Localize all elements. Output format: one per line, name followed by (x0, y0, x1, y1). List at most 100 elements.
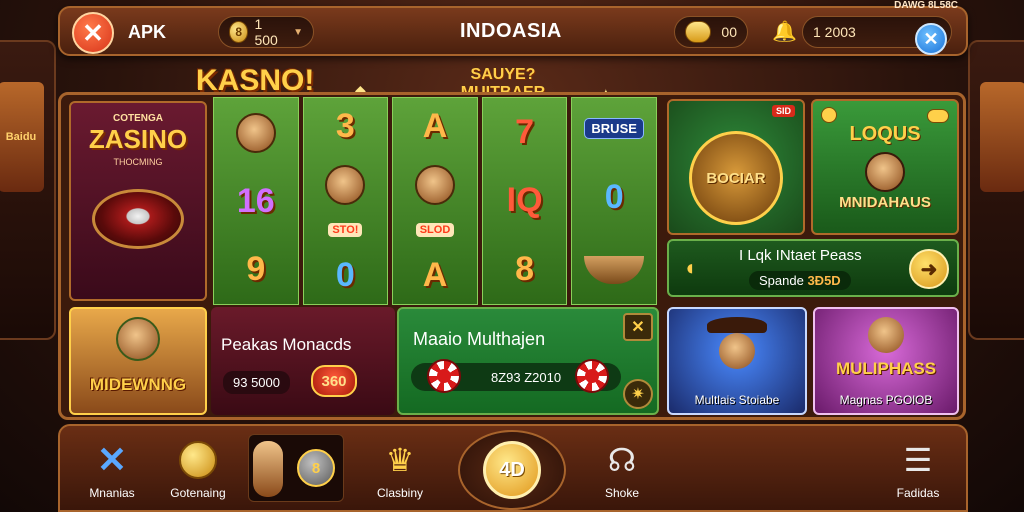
star-button[interactable]: ✷ (623, 379, 653, 409)
peakas-title: Peakas Monacds (221, 335, 352, 354)
reel-symbol: IQ (506, 181, 543, 220)
casino-chip-icon (575, 359, 609, 393)
character-icon (868, 317, 904, 353)
bocar-emblem: BOCIAR (689, 131, 783, 225)
reel-symbol: A (422, 255, 448, 294)
nav-item-fadidas[interactable]: ☰ Fadidas (876, 440, 960, 500)
coin-icon (156, 440, 240, 480)
ticker-sub-label: Spande (759, 273, 804, 288)
promo-zasino-card[interactable]: COTENGA ZASINO THOCMING (69, 101, 207, 301)
coin-icon (821, 107, 837, 123)
balance-pill[interactable]: 8 1 500 ▼ (218, 16, 314, 48)
right-machine-screen (980, 82, 1024, 192)
casino-chip-icon (427, 359, 461, 393)
corner-text: DAWG 8L58C (894, 0, 958, 11)
peakas-panel[interactable]: Peakas Monacds 93 5000 360 (211, 307, 395, 415)
arrow-right-icon: ➜ (920, 258, 938, 281)
close-button[interactable]: ✕ (623, 313, 653, 341)
peakas-badge: 360 (311, 365, 357, 397)
promo-mining-card[interactable]: MIDEWNNG (69, 307, 207, 415)
gems-pill[interactable]: 00 (674, 16, 748, 48)
coin-icon: 8 (297, 449, 335, 487)
mario-panel[interactable]: Maaio Multhajen 8Z93 Z2010 ✕ ✷ (397, 307, 659, 415)
multiphass-title: MULIPHASS (835, 359, 937, 378)
center-play-button[interactable]: 4D (458, 430, 566, 510)
mario-value: 8Z93 Z2010 (491, 369, 562, 385)
search-close-button[interactable]: ✕ (915, 23, 947, 55)
roulette-wheel-icon (92, 189, 184, 249)
close-icon: ✕ (923, 28, 939, 49)
arrow-right-button[interactable]: ➜ (909, 249, 949, 289)
zasino-small-title: COTENGA (113, 113, 163, 124)
jackpot-ticker[interactable]: ◖ I Lqk INtaet Peass Spande 3Đ5D ➜ (667, 239, 959, 297)
nav-label: Gotenaing (170, 486, 226, 500)
star-icon: ✷ (631, 386, 645, 403)
reel-1: 16 9 (213, 97, 299, 305)
nav-label: Clasbiny (376, 486, 424, 500)
character-icon (116, 317, 160, 361)
character-icon (253, 441, 283, 497)
chevron-down-icon: ▼ (293, 26, 303, 38)
character-icon (414, 164, 455, 205)
reel-5: BRUSE 0 (571, 97, 657, 305)
ticker-title: I Lqk INtaet Peass (739, 247, 862, 264)
bocar-title: BOCIAR (706, 169, 766, 187)
search-field[interactable]: 1 2003 ✕ (802, 16, 952, 55)
reel-symbol: 3 (335, 107, 355, 146)
stop-badge: STO! (328, 223, 363, 238)
lorus-title: LOQUS (849, 123, 921, 145)
nav-item-shoke[interactable]: ☊ Shoke (580, 440, 664, 500)
lightbulb-icon: ◖ (683, 255, 697, 280)
bottom-nav: ✕ Mnanias Gotenaing 8 ♛ Clasbiny 4D ☊ Sh… (58, 424, 968, 512)
apk-label[interactable]: APK (128, 22, 166, 43)
reel-4: 7 IQ 8 (481, 97, 568, 305)
left-slot-machine: Baidu (0, 40, 56, 340)
gems-value: 00 (721, 24, 737, 40)
mining-title: MIDEWNNG (89, 375, 187, 394)
reel-symbol: 7 (515, 112, 535, 151)
bruse-badge: BRUSE (584, 117, 644, 139)
character-icon (235, 112, 276, 153)
right-slot-machine (968, 40, 1024, 340)
slot-reels[interactable]: 16 9 3 STO! 0 A SLOD A 7 IQ 8 BRUSE 0 (211, 97, 659, 305)
promo-bocar-card[interactable]: SID BOCIAR (667, 99, 805, 235)
slod-badge: SLOD (415, 223, 455, 238)
region-title: INDOASIA (460, 20, 562, 42)
game-board: COTENGA ZASINO THOCMING 16 9 3 STO! 0 A … (58, 92, 966, 420)
ticker-sub-value: 3Đ5D (807, 273, 841, 288)
character-icon (719, 333, 755, 369)
close-icon: ✕ (82, 17, 104, 48)
cowboy-game-card[interactable]: Multlais Stoiabe (667, 307, 807, 415)
bell-icon[interactable]: 🔔 (772, 19, 797, 44)
ticker-amount: Spande 3Đ5D (749, 271, 851, 290)
nav-label: Fadidas (896, 486, 940, 500)
reel-symbol: 0 (335, 255, 355, 294)
reel-symbol: 0 (604, 177, 624, 216)
nav-item-clasbiny[interactable]: ♛ Clasbiny (358, 440, 442, 500)
featured-game-tile[interactable]: 8 (248, 434, 344, 502)
nav-item-mnanias[interactable]: ✕ Mnanias (70, 439, 154, 500)
left-machine-screen: Baidu (0, 82, 44, 192)
close-button[interactable]: ✕ (72, 12, 114, 54)
center-coin-icon: 4D (483, 441, 541, 499)
crown-icon: ♛ (385, 442, 415, 478)
crossed-swords-icon: ✕ (96, 439, 128, 480)
multiphass-game-card[interactable]: MULIPHASS Magnas PGOlOB (813, 307, 959, 415)
search-value: 1 2003 (813, 24, 856, 40)
promo-lorus-card[interactable]: LOQUS MNIDAHAUS (811, 99, 959, 235)
close-icon: ✕ (631, 319, 645, 336)
share-icon: ☊ (607, 442, 637, 478)
gold-bar-icon (927, 109, 949, 123)
reel-symbol: A (422, 107, 448, 146)
top-bar: ✕ APK 8 1 500 ▼ INDOASIA 00 🔔 1 2003 ✕ (58, 6, 968, 56)
mario-title: Maaio Multhajen (413, 329, 546, 349)
hat-icon (707, 317, 767, 333)
nav-item-gotenaing[interactable]: Gotenaing (156, 440, 240, 500)
zasino-title: ZASINO (88, 124, 188, 154)
reel-symbol: 16 (236, 181, 275, 220)
bowl-icon (584, 256, 645, 285)
reel-symbol: 9 (246, 250, 266, 289)
coin-icon: 8 (229, 21, 249, 43)
character-icon (325, 164, 366, 205)
zasino-subtitle: THOCMING (113, 157, 163, 167)
